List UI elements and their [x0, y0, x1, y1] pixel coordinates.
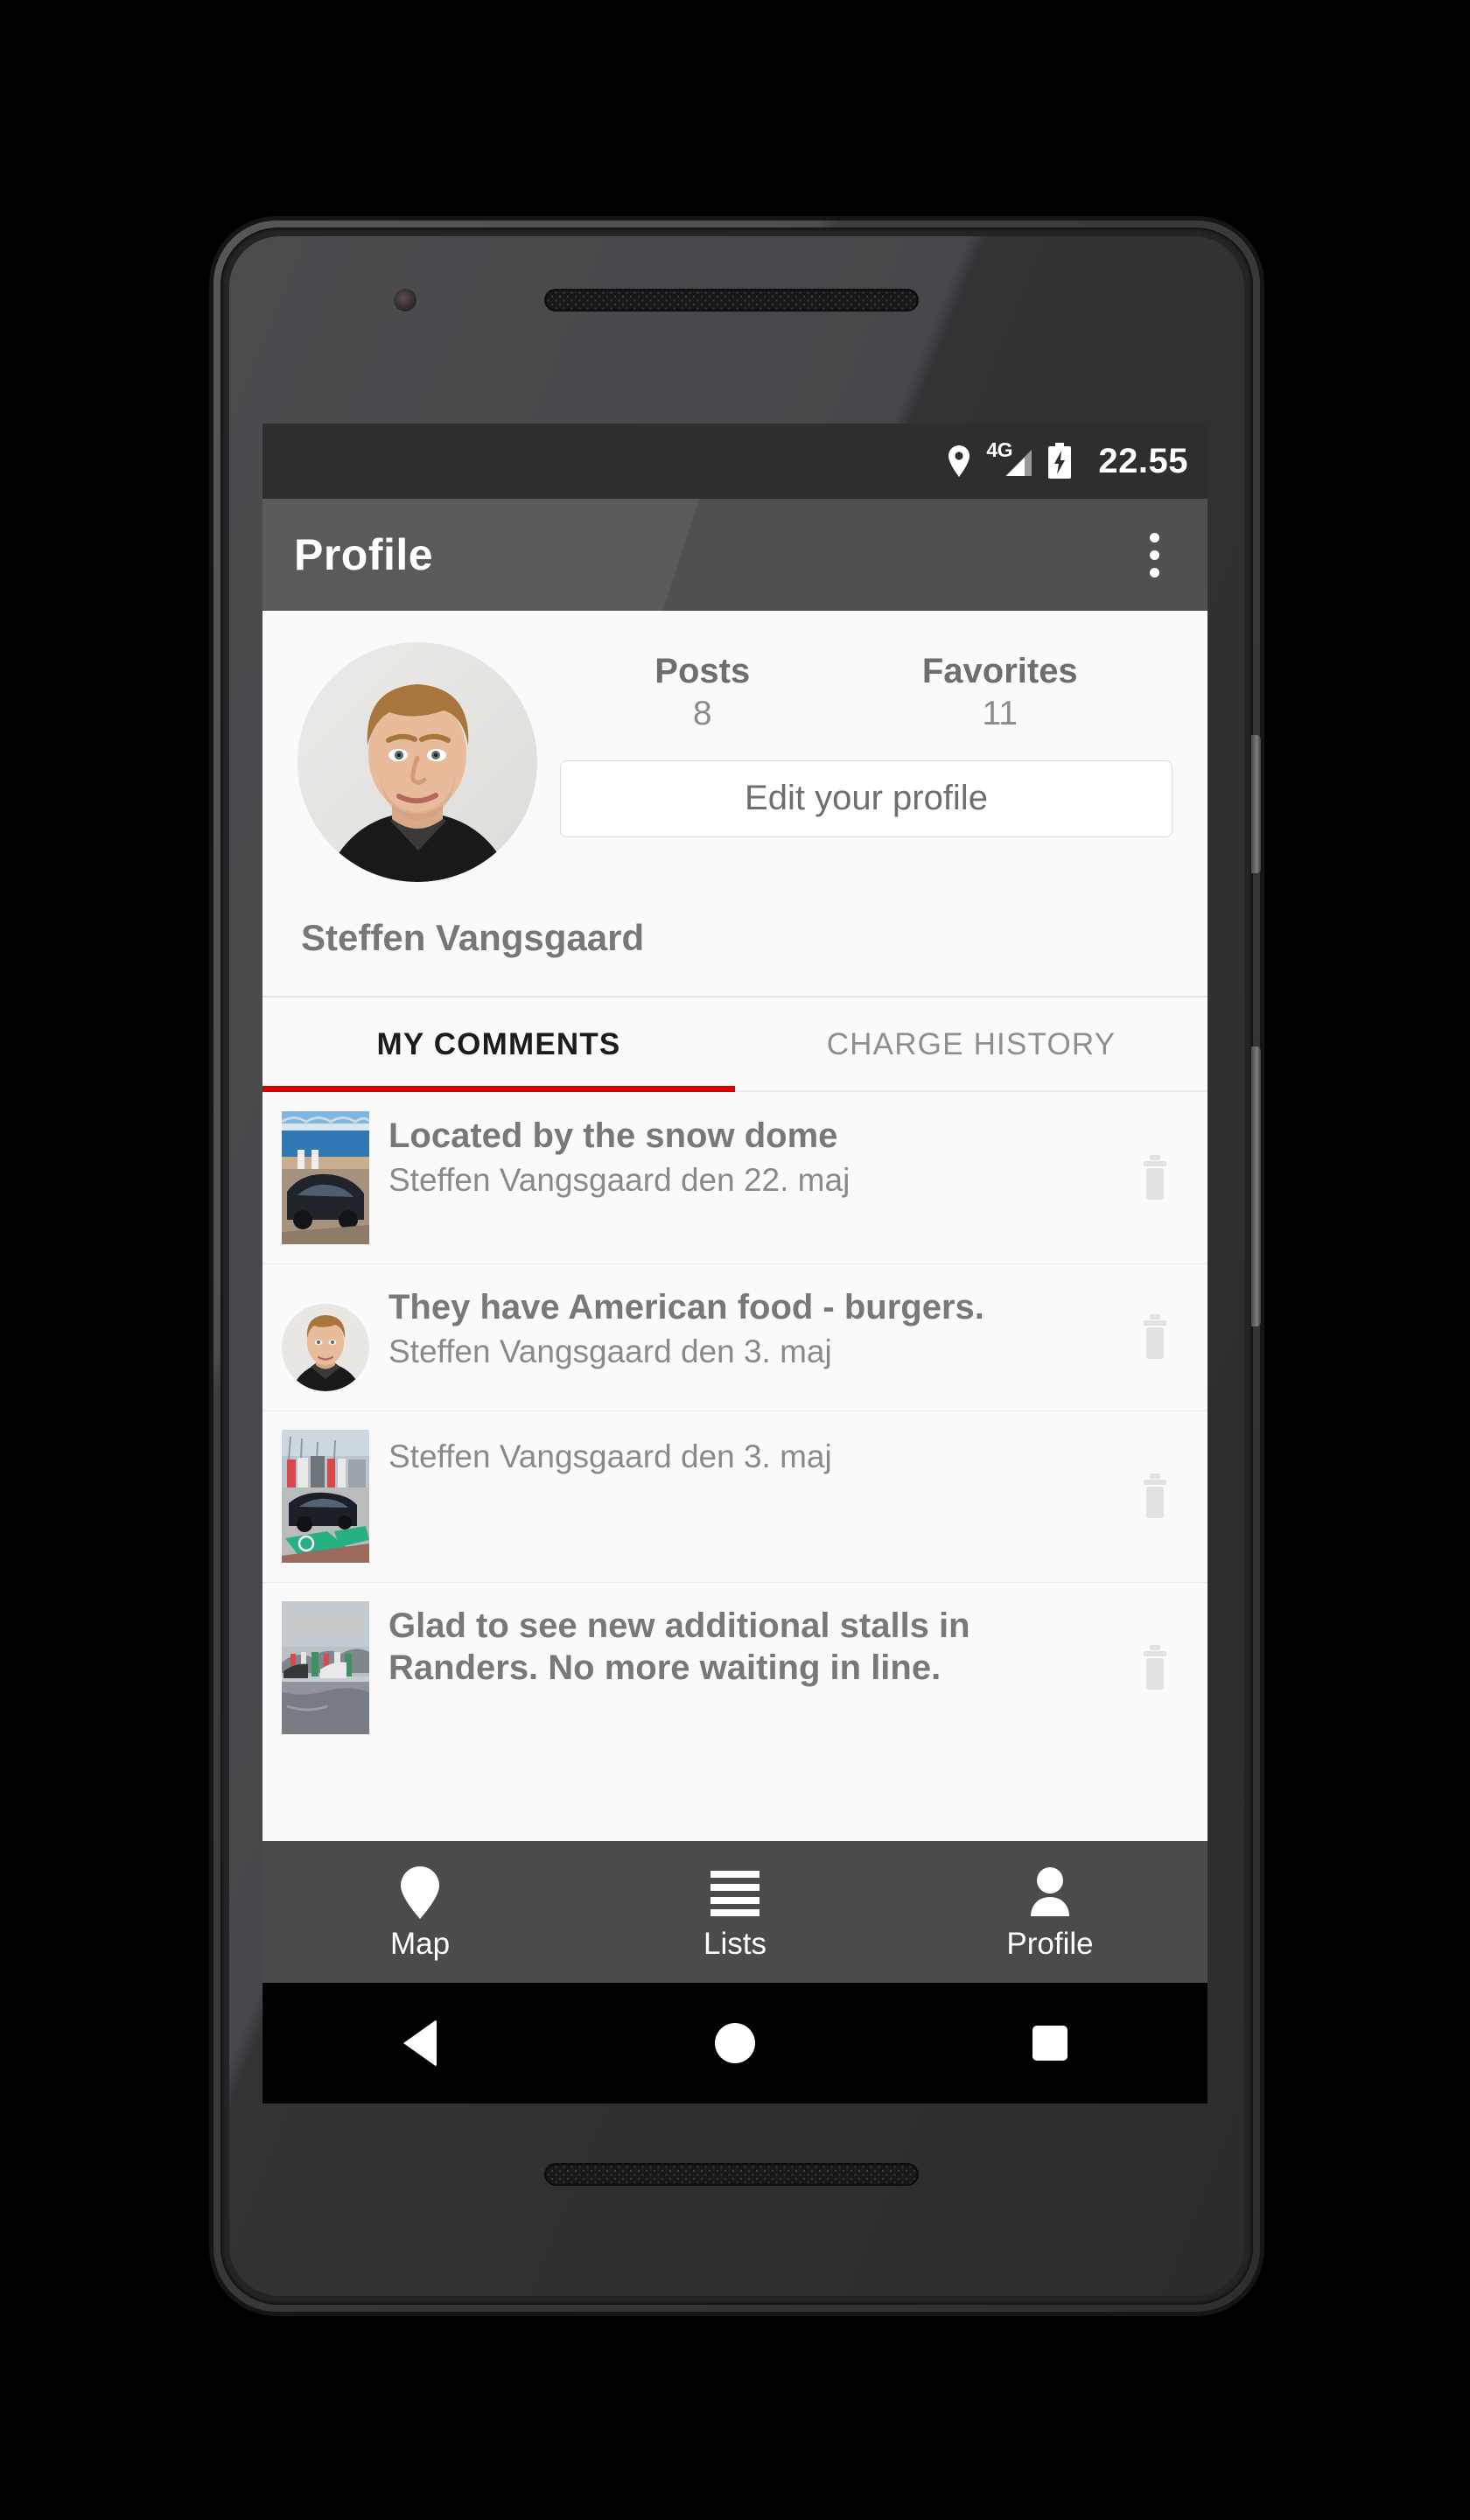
nav-item-lists[interactable]: Lists — [578, 1866, 892, 1959]
avatar[interactable] — [298, 642, 537, 882]
app-bar: Profile — [262, 499, 1208, 611]
delete-comment-button[interactable] — [1102, 1473, 1208, 1519]
status-bar-clock: 22.55 — [1098, 442, 1188, 480]
bottom-speaker — [544, 2163, 919, 2186]
comment-title: Located by the snow dome — [388, 1116, 838, 1155]
stat-label: Posts — [654, 652, 751, 690]
profile-display-name: Steffen Vangsgaard — [262, 882, 1208, 959]
map-pin-icon — [401, 1866, 439, 1920]
trash-icon — [1144, 1473, 1166, 1518]
power-button[interactable] — [1251, 735, 1261, 873]
stat-label: Favorites — [921, 652, 1078, 690]
trash-icon — [1144, 1313, 1166, 1359]
stat-value: 8 — [692, 695, 712, 732]
comments-list: Located by the snow dome Steffen Vangsga… — [262, 1091, 1208, 1754]
page-title: Profile — [294, 530, 434, 579]
battery-charging-icon — [1047, 443, 1072, 480]
tab-active-indicator — [262, 1085, 735, 1092]
table-row[interactable]: Steffen Vangsgaard den 3. maj — [262, 1410, 1208, 1582]
front-camera-icon — [394, 289, 416, 312]
nav-label: Map — [389, 1926, 451, 1961]
overflow-dot — [1149, 567, 1159, 578]
earpiece-speaker — [544, 289, 919, 312]
list-lines-icon — [710, 1866, 760, 1920]
status-bar-icons: 4G 22.55 — [946, 440, 1188, 480]
comment-body: Glad to see new additional stalls in Ran… — [369, 1601, 1102, 1694]
delete-comment-button[interactable] — [1102, 1644, 1208, 1690]
nav-label: Lists — [704, 1926, 766, 1961]
volume-button[interactable] — [1251, 1046, 1261, 1326]
comment-thumbnail[interactable] — [282, 1110, 369, 1244]
nav-label: Profile — [1006, 1926, 1094, 1961]
overflow-menu-icon[interactable] — [1124, 515, 1185, 594]
android-system-nav — [262, 1983, 1208, 2104]
screenshot-stage: 4G 22.55 Profile Posts 8 Favorites 11 Ed… — [0, 0, 1470, 2520]
comment-meta: Steffen Vangsgaard den 22. maj — [388, 1162, 850, 1199]
table-row[interactable]: Located by the snow dome Steffen Vangsga… — [262, 1092, 1208, 1264]
comment-title: They have American food - burgers. — [388, 1287, 984, 1326]
edit-profile-button[interactable]: Edit your profile — [560, 760, 1172, 837]
person-icon — [1026, 1866, 1074, 1920]
nav-recents-button[interactable] — [892, 2026, 1208, 2061]
nav-item-map[interactable]: Map — [262, 1866, 578, 1959]
stat-favorites: Favorites 11 — [922, 651, 1078, 738]
nav-back-button[interactable] — [262, 2020, 578, 2067]
stat-value: 11 — [982, 695, 1018, 732]
back-triangle-icon — [403, 2020, 437, 2067]
comment-thumbnail[interactable] — [282, 1429, 369, 1563]
status-bar: 4G 22.55 — [262, 424, 1208, 499]
signal-bars-icon: 4G — [986, 440, 1033, 479]
comment-body: They have American food - burgers. Steff… — [369, 1283, 1102, 1373]
delete-comment-button[interactable] — [1102, 1154, 1208, 1200]
tab-bar: MY COMMENTS CHARGE HISTORY — [262, 997, 1208, 1092]
stat-posts: Posts 8 — [654, 651, 750, 738]
location-pin-icon — [946, 444, 972, 478]
comment-thumbnail[interactable] — [282, 1303, 369, 1391]
tab-charge-history[interactable]: CHARGE HISTORY — [735, 998, 1208, 1092]
delete-comment-button[interactable] — [1102, 1313, 1208, 1360]
trash-icon — [1144, 1154, 1166, 1200]
comment-meta: Steffen Vangsgaard den 3. maj — [388, 1438, 832, 1474]
recents-square-icon — [1032, 2026, 1068, 2061]
tab-my-comments[interactable]: MY COMMENTS — [262, 998, 735, 1092]
content-scroll-area[interactable]: Posts 8 Favorites 11 Edit your profile S… — [262, 611, 1208, 1841]
nav-home-button[interactable] — [578, 2023, 892, 2063]
profile-stats-and-action: Posts 8 Favorites 11 Edit your profile — [537, 642, 1172, 882]
comment-meta: Steffen Vangsgaard den 3. maj — [388, 1334, 832, 1370]
profile-stats: Posts 8 Favorites 11 — [560, 651, 1172, 738]
trash-icon — [1144, 1644, 1166, 1690]
overflow-dot — [1149, 532, 1159, 542]
bottom-navigation: Map Lists Profile — [262, 1841, 1208, 1983]
comment-title: Glad to see new additional stalls in Ran… — [388, 1606, 970, 1688]
overflow-dot — [1149, 550, 1159, 560]
profile-header: Posts 8 Favorites 11 Edit your profile — [262, 611, 1208, 882]
comment-thumbnail[interactable] — [282, 1600, 369, 1734]
home-circle-icon — [715, 2023, 755, 2063]
comment-body: Located by the snow dome Steffen Vangsga… — [369, 1111, 1102, 1201]
phone-screen: 4G 22.55 Profile Posts 8 Favorites 11 Ed… — [262, 424, 1208, 2104]
nav-item-profile[interactable]: Profile — [892, 1866, 1208, 1959]
table-row[interactable]: Glad to see new additional stalls in Ran… — [262, 1581, 1208, 1754]
comment-body: Steffen Vangsgaard den 3. maj — [369, 1430, 1102, 1477]
table-row[interactable]: They have American food - burgers. Steff… — [262, 1263, 1208, 1410]
